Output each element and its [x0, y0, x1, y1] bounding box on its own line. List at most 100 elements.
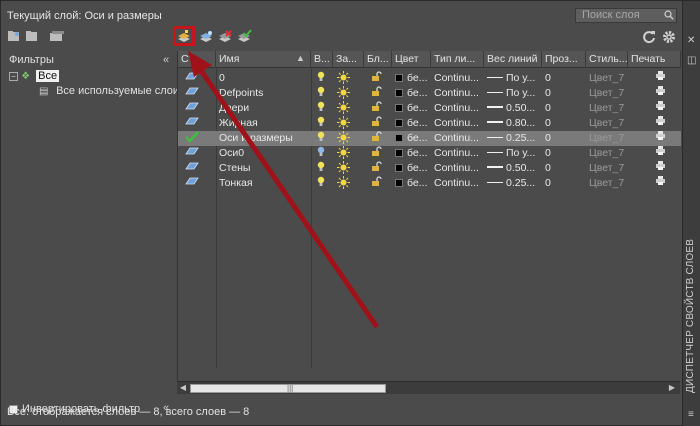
new-group-filter-button[interactable]	[23, 28, 41, 44]
layer-name-cell[interactable]: Стены	[216, 161, 311, 176]
layer-linetype-cell[interactable]: Continu...	[431, 71, 484, 86]
layer-plot-cell[interactable]	[652, 101, 672, 116]
layer-transparency-cell[interactable]: 0	[542, 86, 586, 101]
delete-layer-button[interactable]	[216, 28, 234, 44]
layer-linetype-cell[interactable]: Continu...	[431, 86, 484, 101]
layer-row[interactable]: Стены бе... Continu... 0.50... 0 Цвет_7	[178, 161, 681, 176]
layer-lineweight-cell[interactable]: 0.50...	[484, 101, 542, 116]
col-header-color[interactable]: Цвет	[392, 51, 431, 68]
layer-row[interactable]: Defpoints бе... Continu... По у... 0 Цве…	[178, 86, 681, 101]
col-header-plot[interactable]: Печать	[628, 51, 681, 68]
autohide-icon[interactable]: ◫	[687, 55, 696, 66]
layer-lineweight-cell[interactable]: По у...	[484, 71, 542, 86]
col-header-on[interactable]: В...	[311, 51, 333, 68]
col-header-lock[interactable]: Бл...	[364, 51, 392, 68]
layer-color-cell[interactable]: бе...	[392, 101, 431, 116]
layer-status-cell[interactable]	[182, 161, 216, 176]
layer-status-cell[interactable]	[182, 86, 216, 101]
layer-linetype-cell[interactable]: Continu...	[431, 101, 484, 116]
layer-on-cell[interactable]	[314, 146, 333, 161]
layer-linetype-cell[interactable]: Continu...	[431, 161, 484, 176]
layer-on-cell[interactable]	[314, 176, 333, 191]
layer-freeze-cell[interactable]	[334, 86, 364, 101]
layer-linetype-cell[interactable]: Continu...	[431, 176, 484, 191]
layer-lock-cell[interactable]	[368, 101, 392, 116]
layer-search-input[interactable]: Поиск слоя	[575, 8, 677, 23]
layer-linetype-cell[interactable]: Continu...	[431, 146, 484, 161]
layer-freeze-cell[interactable]	[334, 71, 364, 86]
layer-color-cell[interactable]: бе...	[392, 131, 431, 146]
filter-tree-item-all[interactable]: − ❖ Все	[9, 70, 60, 82]
layer-name-cell[interactable]: Defpoints	[216, 86, 311, 101]
layer-name-cell[interactable]: Оси0	[216, 146, 311, 161]
scroll-left-icon[interactable]: ◀	[178, 383, 188, 393]
layer-plot-cell[interactable]	[652, 176, 672, 191]
layer-lock-cell[interactable]	[368, 176, 392, 191]
col-header-freeze[interactable]: За...	[333, 51, 364, 68]
layer-on-cell[interactable]	[314, 131, 333, 146]
layer-freeze-cell[interactable]	[334, 161, 364, 176]
set-current-button[interactable]	[235, 28, 253, 44]
layer-on-cell[interactable]	[314, 101, 333, 116]
layer-lock-cell[interactable]	[368, 131, 392, 146]
layer-linetype-cell[interactable]: Continu...	[431, 131, 484, 146]
layer-color-cell[interactable]: бе...	[392, 116, 431, 131]
layer-on-cell[interactable]	[314, 161, 333, 176]
horizontal-scrollbar[interactable]: ◀ ||| ▶	[177, 381, 680, 394]
scroll-thumb[interactable]: |||	[190, 384, 386, 393]
layer-row[interactable]: Оси0 бе... Continu... По у... 0 Цвет_7	[178, 146, 681, 161]
layer-on-cell[interactable]	[314, 86, 333, 101]
layer-lineweight-cell[interactable]: По у...	[484, 146, 542, 161]
layer-lineweight-cell[interactable]: 0.50...	[484, 161, 542, 176]
layer-transparency-cell[interactable]: 0	[542, 101, 586, 116]
col-header-lineweight[interactable]: Вес линий	[484, 51, 542, 68]
properties-menu-icon[interactable]: ≡	[688, 409, 694, 420]
layer-color-cell[interactable]: бе...	[392, 86, 431, 101]
col-header-plot-style[interactable]: Стиль...	[586, 51, 628, 68]
layer-plot-cell[interactable]	[652, 116, 672, 131]
layer-status-cell[interactable]	[182, 176, 216, 191]
layer-freeze-cell[interactable]	[334, 116, 364, 131]
tree-collapse-icon[interactable]: −	[9, 71, 18, 81]
layer-lock-cell[interactable]	[368, 161, 392, 176]
layer-transparency-cell[interactable]: 0	[542, 131, 586, 146]
layer-row[interactable]: Оси и размеры бе... Continu... 0.25... 0…	[178, 131, 681, 146]
layer-lock-cell[interactable]	[368, 146, 392, 161]
col-header-status[interactable]: Ст...	[178, 51, 216, 68]
layer-name-cell[interactable]: Жирная	[216, 116, 311, 131]
layer-color-cell[interactable]: бе...	[392, 146, 431, 161]
layer-states-manager-button[interactable]	[48, 28, 66, 44]
layer-name-cell[interactable]: Оси и размеры	[216, 131, 311, 146]
layer-plot-cell[interactable]	[652, 131, 672, 146]
layer-status-cell[interactable]	[182, 101, 216, 116]
layer-row[interactable]: Двери бе... Continu... 0.50... 0 Цвет_7	[178, 101, 681, 116]
scroll-right-icon[interactable]: ▶	[667, 383, 677, 393]
layer-plot-cell[interactable]	[652, 161, 672, 176]
layer-status-cell[interactable]	[182, 116, 216, 131]
layer-lock-cell[interactable]	[368, 116, 392, 131]
layer-lineweight-cell[interactable]: 0.80...	[484, 116, 542, 131]
layer-row[interactable]: 0 бе... Continu... По у... 0 Цвет_7	[178, 71, 681, 86]
layer-transparency-cell[interactable]: 0	[542, 146, 586, 161]
layer-transparency-cell[interactable]: 0	[542, 176, 586, 191]
layer-status-cell[interactable]	[182, 131, 216, 146]
layer-lineweight-cell[interactable]: 0.25...	[484, 176, 542, 191]
layer-lock-cell[interactable]	[368, 86, 392, 101]
layer-name-cell[interactable]: Тонкая	[216, 176, 311, 191]
layer-lock-cell[interactable]	[368, 71, 392, 86]
filter-tree-item-used[interactable]: ▤ Все используемые слои	[39, 85, 179, 97]
layer-lineweight-cell[interactable]: 0.25...	[484, 131, 542, 146]
settings-gear-icon[interactable]	[661, 29, 677, 45]
layer-transparency-cell[interactable]: 0	[542, 161, 586, 176]
layer-row[interactable]: Тонкая бе... Continu... 0.25... 0 Цвет_7	[178, 176, 681, 191]
layer-color-cell[interactable]: бе...	[392, 176, 431, 191]
layer-plot-cell[interactable]	[652, 71, 672, 86]
layer-status-cell[interactable]	[182, 71, 216, 86]
collapse-filters-icon[interactable]: «	[163, 54, 169, 66]
layer-linetype-cell[interactable]: Continu...	[431, 116, 484, 131]
layer-name-cell[interactable]: Двери	[216, 101, 311, 116]
layer-freeze-cell[interactable]	[334, 131, 364, 146]
layer-row[interactable]: Жирная бе... Continu... 0.80... 0 Цвет_7	[178, 116, 681, 131]
layer-lineweight-cell[interactable]: По у...	[484, 86, 542, 101]
new-layer-frozen-button[interactable]	[197, 28, 215, 44]
